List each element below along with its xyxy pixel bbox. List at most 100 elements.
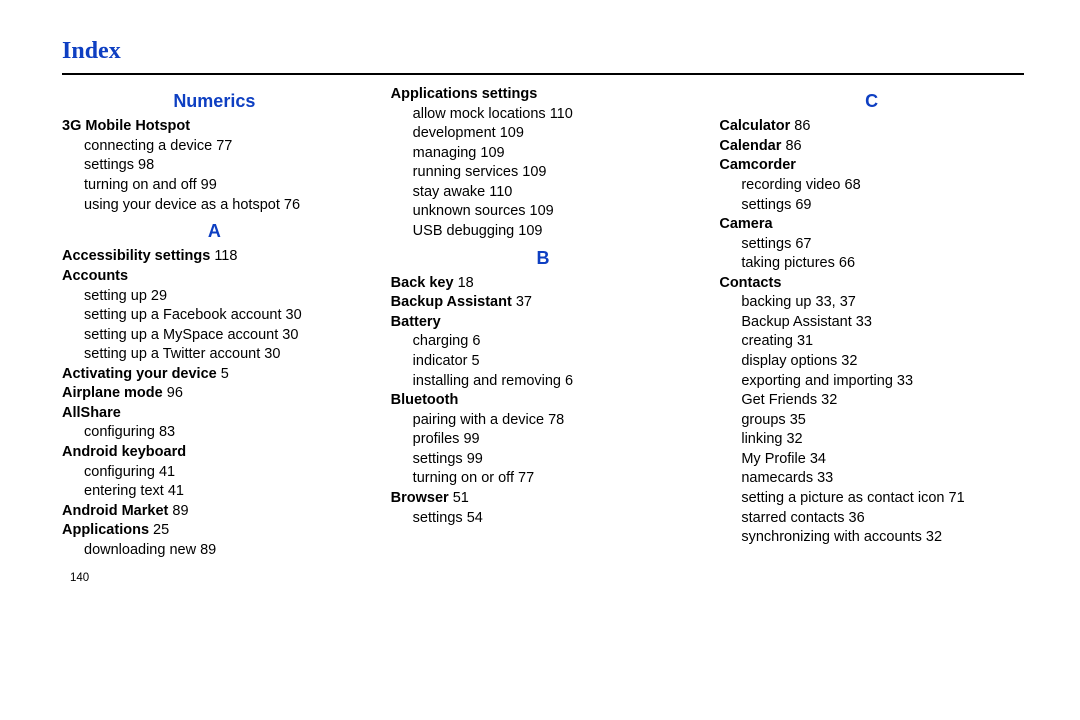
index-text: exporting and importing: [741, 373, 893, 389]
index-text: using your device as a hotspot: [84, 197, 280, 213]
index-subterm: setting up a MySpace account 30: [84, 326, 367, 346]
index-subterm: settings 69: [741, 196, 1024, 216]
index-term: AllShare: [62, 404, 367, 424]
index-subterm: running services 109: [413, 163, 696, 183]
index-text: setting up a MySpace account: [84, 327, 278, 343]
index-term: Airplane mode 96: [62, 384, 367, 404]
index-page-ref: 36: [849, 510, 865, 526]
index-text: namecards: [741, 470, 813, 486]
section-letter: A: [62, 219, 367, 243]
index-text: unknown sources: [413, 203, 526, 219]
index-page-ref: 83: [159, 424, 175, 440]
index-text: profiles: [413, 431, 460, 447]
index-term: 3G Mobile Hotspot: [62, 117, 367, 137]
index-page-ref: 71: [949, 490, 965, 506]
index-term: Camcorder: [719, 156, 1024, 176]
index-subterm: namecards 33: [741, 469, 1024, 489]
index-term: Activating your device 5: [62, 365, 367, 385]
index-subterm: backing up 33, 37: [741, 293, 1024, 313]
index-subterm: starred contacts 36: [741, 509, 1024, 529]
section-letter-text: Numerics: [173, 91, 255, 111]
index-subterm: turning on and off 99: [84, 176, 367, 196]
index-text: AllShare: [62, 405, 121, 421]
index-page-ref: 78: [548, 412, 564, 428]
index-text: managing: [413, 145, 477, 161]
index-text: Accounts: [62, 268, 128, 284]
index-page-ref: 96: [167, 385, 183, 401]
index-column: CCalculator 86Calendar 86Camcorderrecord…: [719, 85, 1024, 560]
index-text: synchronizing with accounts: [741, 529, 922, 545]
index-subterm: turning on or off 77: [413, 469, 696, 489]
index-subterm: installing and removing 6: [413, 372, 696, 392]
index-page-ref: 77: [216, 138, 232, 154]
index-subterm: charging 6: [413, 332, 696, 352]
index-text: Applications settings: [391, 86, 538, 102]
index-subterm: unknown sources 109: [413, 202, 696, 222]
index-subterm: setting up a Facebook account 30: [84, 306, 367, 326]
index-page-ref: 37: [516, 294, 532, 310]
index-text: stay awake: [413, 184, 486, 200]
section-letter-text: B: [537, 248, 550, 268]
index-text: Android Market: [62, 503, 168, 519]
index-subterm: setting up 29: [84, 287, 367, 307]
index-page-ref: 6: [472, 333, 480, 349]
section-letter-text: C: [865, 91, 878, 111]
index-text: backing up: [741, 294, 811, 310]
index-term: Battery: [391, 313, 696, 333]
index-subterm: Backup Assistant 33: [741, 313, 1024, 333]
index-subterm: allow mock locations 110: [413, 105, 696, 125]
index-text: recording video: [741, 177, 840, 193]
index-text: entering text: [84, 483, 164, 499]
index-subterm: configuring 41: [84, 463, 367, 483]
index-subterm: My Profile 34: [741, 450, 1024, 470]
index-page-ref: 99: [201, 177, 217, 193]
index-subterm: groups 35: [741, 411, 1024, 431]
index-text: My Profile: [741, 451, 805, 467]
index-text: Android keyboard: [62, 444, 186, 460]
index-text: downloading new: [84, 542, 196, 558]
index-page-ref: 18: [458, 275, 474, 291]
index-columns: Numerics 3G Mobile Hotspotconnecting a de…: [62, 85, 1024, 560]
index-text: Get Friends: [741, 392, 817, 408]
index-subterm: setting a picture as contact icon 71: [741, 489, 1024, 509]
index-term: Camera: [719, 215, 1024, 235]
index-text: setting up a Facebook account: [84, 307, 282, 323]
index-page-ref: 89: [200, 542, 216, 558]
index-text: Backup Assistant: [741, 314, 851, 330]
index-text: Back key: [391, 275, 454, 291]
index-term: Android Market 89: [62, 502, 367, 522]
index-term: Backup Assistant 37: [391, 293, 696, 313]
index-page-ref: 69: [795, 197, 811, 213]
index-text: Accessibility settings: [62, 248, 210, 264]
index-column: Applications settings allow mock location…: [391, 85, 696, 560]
index-text: display options: [741, 353, 837, 369]
index-text: settings: [741, 236, 791, 252]
index-page-ref: 30: [264, 346, 280, 362]
index-page-ref: 5: [472, 353, 480, 369]
index-page-ref: 33, 37: [816, 294, 856, 310]
index-subterm: display options 32: [741, 352, 1024, 372]
index-term: Accessibility settings 118: [62, 247, 367, 267]
index-page-ref: 66: [839, 255, 855, 271]
index-subterm: development 109: [413, 124, 696, 144]
index-text: Camcorder: [719, 157, 796, 173]
index-page-ref: 109: [530, 203, 554, 219]
index-subterm: connecting a device 77: [84, 137, 367, 157]
index-text: setting up a Twitter account: [84, 346, 260, 362]
index-page-ref: 110: [550, 106, 573, 122]
index-page-ref: 32: [841, 353, 857, 369]
index-subterm: stay awake 110: [413, 183, 696, 203]
index-text: linking: [741, 431, 782, 447]
index-text: turning on and off: [84, 177, 197, 193]
index-subterm: managing 109: [413, 144, 696, 164]
section-letter: B: [391, 246, 696, 270]
index-page-ref: 33: [856, 314, 872, 330]
index-text: USB debugging: [413, 223, 515, 239]
index-text: running services: [413, 164, 519, 180]
index-page-ref: 109: [500, 125, 524, 141]
index-page-ref: 109: [522, 164, 546, 180]
index-text: Airplane mode: [62, 385, 163, 401]
index-subterm: settings 54: [413, 509, 696, 529]
index-page-ref: 32: [926, 529, 942, 545]
title-rule: [62, 73, 1024, 75]
